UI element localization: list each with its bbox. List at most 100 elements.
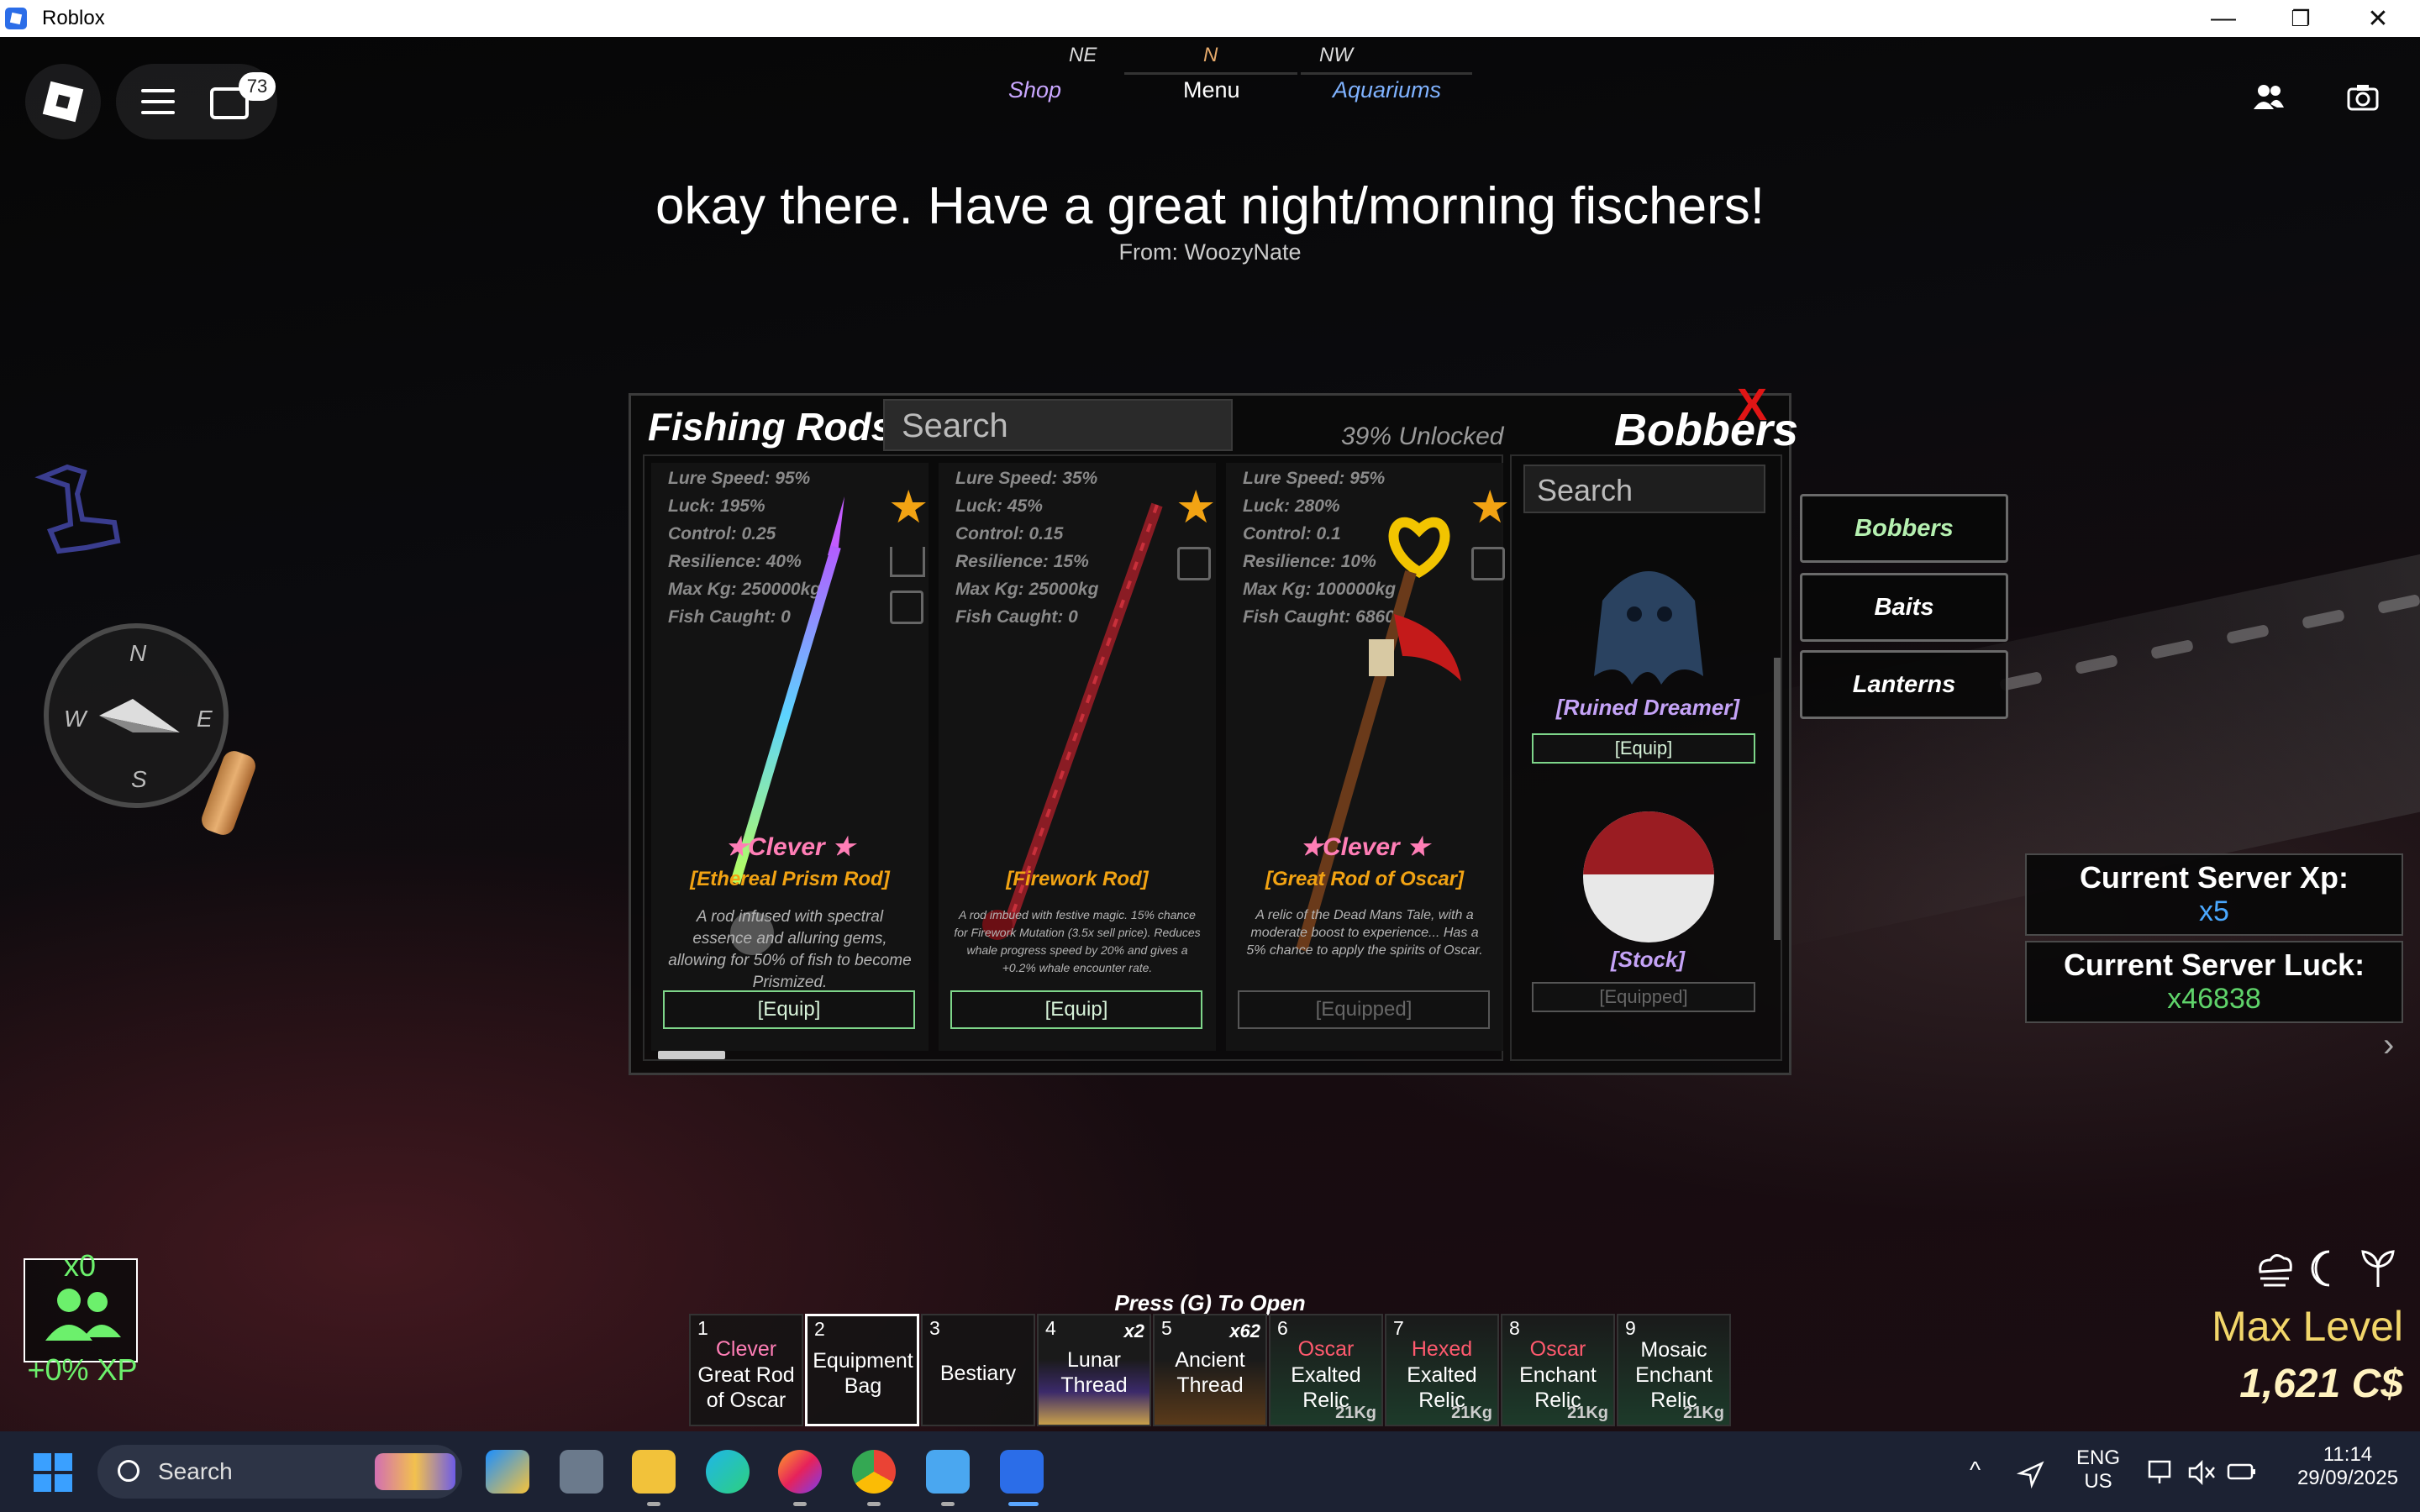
- restore-button[interactable]: ❐: [2262, 0, 2339, 37]
- slot-weight: 21Kg: [1451, 1404, 1492, 1422]
- bobbers-search-input[interactable]: Search: [1523, 465, 1765, 513]
- slot-number: 6: [1277, 1317, 1288, 1339]
- edit-icon[interactable]: [1177, 547, 1211, 580]
- rods-list[interactable]: Lure Speed: 95% Luck: 195% Control: 0.25…: [643, 454, 1510, 1061]
- slot-number: 9: [1625, 1317, 1636, 1339]
- bobbers-scrollbar[interactable]: [1774, 658, 1781, 940]
- edit-icon[interactable]: [1471, 547, 1505, 580]
- clock[interactable]: 11:14 29/09/2025: [2289, 1443, 2407, 1490]
- windows-taskbar: Search ^ ENG US 11:14 29/09/2025: [0, 1431, 2420, 1512]
- rod-card[interactable]: Lure Speed: 95% Luck: 280% Control: 0.1 …: [1226, 463, 1510, 1051]
- hotbar-slot-5[interactable]: 5 x62 Ancient Thread: [1153, 1314, 1267, 1426]
- clock-time: 11:14: [2323, 1443, 2373, 1466]
- tray-overflow-icon[interactable]: ^: [1970, 1457, 1981, 1483]
- firefox-icon[interactable]: [778, 1450, 822, 1494]
- taskbar-search-label: Search: [158, 1458, 233, 1484]
- file-explorer-icon[interactable]: [632, 1450, 676, 1494]
- rods-scrollbar[interactable]: [658, 1051, 725, 1059]
- rods-search-input[interactable]: Search: [883, 399, 1233, 451]
- favorite-star-icon[interactable]: ★: [1470, 485, 1510, 530]
- compass-strip: [1301, 72, 1472, 75]
- chevron-right-icon[interactable]: ›: [2383, 1026, 2394, 1064]
- location-icon[interactable]: [2017, 1460, 2045, 1488]
- inventory-window: Fishing Rods Search 39% Unlocked Bobbers…: [629, 380, 1798, 1075]
- ruined-dreamer-bobber-icon: [1594, 571, 1703, 685]
- slot-weight: 21Kg: [1335, 1404, 1376, 1422]
- language-indicator[interactable]: ENG US: [2075, 1446, 2121, 1494]
- crown-icon[interactable]: [890, 547, 925, 577]
- minimize-button[interactable]: —: [2185, 0, 2262, 37]
- equip-button[interactable]: [Equip]: [950, 990, 1202, 1029]
- slot-label: Great Rod of Oscar: [697, 1363, 795, 1412]
- windows-start-icon[interactable]: [34, 1453, 72, 1492]
- hamburger-menu-icon[interactable]: [141, 89, 175, 114]
- hotbar-slot-9[interactable]: 9 Mosaic Enchant Relic 21Kg: [1617, 1314, 1731, 1426]
- camera-icon[interactable]: [2346, 82, 2380, 111]
- weather-app-icon[interactable]: [486, 1450, 529, 1494]
- battery-icon[interactable]: [2227, 1460, 2257, 1485]
- player-cash: 1,621 C$: [2239, 1362, 2403, 1406]
- bobbers-list[interactable]: Search [Ruined Dreamer] [Equip] [Stock] …: [1510, 454, 1782, 1061]
- rod-description: A rod infused with spectral essence and …: [668, 908, 912, 991]
- keyboard-region: US: [2084, 1470, 2112, 1493]
- hotbar-slot-4[interactable]: 4 x2 Lunar Thread: [1037, 1314, 1151, 1426]
- ethereal-prism-rod-icon: [730, 496, 844, 955]
- hotbar-slot-1[interactable]: 1 Clever Great Rod of Oscar: [689, 1314, 803, 1426]
- taskbar-search[interactable]: Search: [97, 1445, 462, 1499]
- slot-number: 5: [1161, 1317, 1172, 1339]
- compass-strip: [1124, 72, 1297, 75]
- slot-quantity: x2: [1123, 1320, 1144, 1341]
- volume-muted-icon[interactable]: [2188, 1460, 2217, 1485]
- shop-link[interactable]: Shop: [1008, 77, 1061, 103]
- inventory-close-button[interactable]: X: [1737, 379, 1767, 431]
- announcement-message: okay there. Have a great night/morning f…: [655, 177, 1765, 235]
- bobber-name: [Ruined Dreamer]: [1555, 695, 1740, 720]
- slot-number: 4: [1045, 1317, 1056, 1339]
- rod-mutation: ★Clever ★: [725, 833, 855, 861]
- chrome-icon[interactable]: [852, 1450, 896, 1494]
- slot-quantity: x62: [1229, 1320, 1260, 1341]
- slot-mutation: Oscar: [1297, 1337, 1355, 1361]
- rod-stat: Lure Speed: 95%: [668, 469, 811, 488]
- rod-card[interactable]: Lure Speed: 95% Luck: 195% Control: 0.25…: [651, 463, 929, 1051]
- equipped-button[interactable]: [Equipped]: [1532, 982, 1755, 1012]
- hotbar-slot-2[interactable]: 2 Equipment Bag: [805, 1314, 919, 1426]
- notepad-icon[interactable]: [926, 1450, 970, 1494]
- equipped-button[interactable]: [Equipped]: [1238, 990, 1490, 1029]
- calculator-icon[interactable]: [560, 1450, 603, 1494]
- close-window-button[interactable]: ✕: [2339, 0, 2417, 37]
- hotbar-slot-3[interactable]: 3 Bestiary: [921, 1314, 1035, 1426]
- rod-card[interactable]: Lure Speed: 35% Luck: 45% Control: 0.15 …: [939, 463, 1216, 1051]
- slot-number: 3: [929, 1317, 940, 1339]
- tab-lanterns[interactable]: Lanterns: [1800, 650, 2008, 719]
- rod-description: A rod imbued with festive magic. 15% cha…: [954, 908, 1201, 974]
- slot-mutation: Hexed: [1411, 1337, 1473, 1361]
- hotbar-slot-8[interactable]: 8 Oscar Enchant Relic 21Kg: [1501, 1314, 1615, 1426]
- tab-baits[interactable]: Baits: [1800, 573, 2008, 642]
- favorite-star-icon[interactable]: ★: [1176, 485, 1216, 530]
- friends-icon[interactable]: [2252, 82, 2286, 111]
- slot-label: Equipment Bag: [813, 1349, 913, 1398]
- equip-button[interactable]: [Equip]: [1532, 733, 1755, 764]
- running-indicator: [941, 1502, 955, 1506]
- favorite-star-icon[interactable]: ★: [888, 485, 929, 530]
- edge-browser-icon[interactable]: [706, 1450, 750, 1494]
- equip-button[interactable]: [Equip]: [663, 990, 915, 1029]
- edit-icon[interactable]: [890, 591, 923, 624]
- rod-mutation: ★Clever ★: [1300, 833, 1429, 861]
- stock-bobber-icon: [1583, 811, 1714, 942]
- tab-bobbers[interactable]: Bobbers: [1800, 494, 2008, 563]
- roblox-menu-button[interactable]: [25, 64, 101, 139]
- firework-rod-icon: [982, 502, 1163, 940]
- rune-icon: [34, 464, 121, 554]
- roblox-taskbar-icon[interactable]: [1000, 1450, 1044, 1494]
- hotbar-slot-6[interactable]: 6 Oscar Exalted Relic 21Kg: [1269, 1314, 1383, 1426]
- hotbar-slot-7[interactable]: 7 Hexed Exalted Relic 21Kg: [1385, 1314, 1499, 1426]
- menu-link[interactable]: Menu: [1183, 77, 1240, 103]
- network-icon[interactable]: [2148, 1460, 2178, 1485]
- aquariums-link[interactable]: Aquariums: [1333, 77, 1441, 103]
- roblox-logo-icon: [42, 81, 84, 123]
- rod-stat: Lure Speed: 35%: [955, 469, 1098, 488]
- rod-name: [Firework Rod]: [1006, 868, 1149, 890]
- slot-weight: 21Kg: [1683, 1404, 1724, 1422]
